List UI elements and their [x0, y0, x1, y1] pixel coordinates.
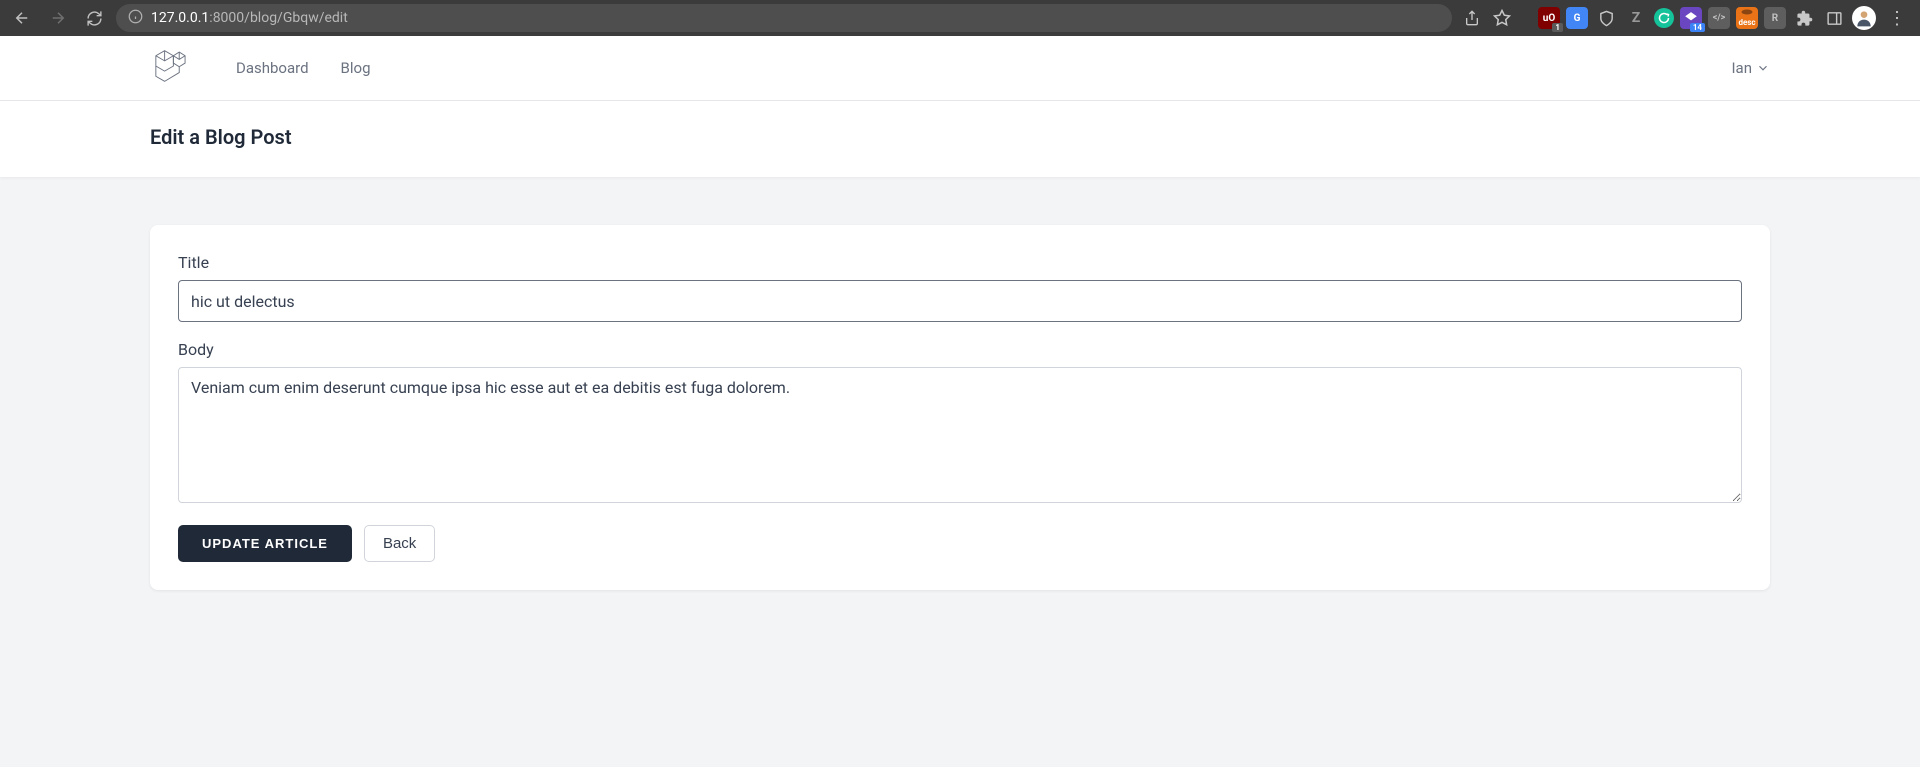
- title-label: Title: [178, 253, 1742, 272]
- nav-link-dashboard[interactable]: Dashboard: [236, 59, 309, 77]
- title-field: Title: [178, 253, 1742, 322]
- address-bar[interactable]: 127.0.0.1:8000/blog/Gbqw/edit: [116, 4, 1452, 32]
- extension-translate-icon[interactable]: G: [1566, 7, 1588, 29]
- extension-purple-icon[interactable]: 14: [1680, 7, 1702, 29]
- back-button[interactable]: [8, 4, 36, 32]
- url-text: 127.0.0.1:8000/blog/Gbqw/edit: [151, 10, 348, 26]
- page-title: Edit a Blog Post: [150, 125, 1770, 149]
- browser-toolbar: 127.0.0.1:8000/blog/Gbqw/edit uO 1 G Z 1…: [0, 0, 1920, 36]
- form-card: Title Body Veniam cum enim deserunt cumq…: [150, 225, 1770, 590]
- extension-devtools-icon[interactable]: </>: [1708, 7, 1730, 29]
- body-textarea[interactable]: Veniam cum enim deserunt cumque ipsa hic…: [178, 367, 1742, 503]
- extension-desc-icon[interactable]: desc: [1736, 7, 1758, 29]
- share-icon[interactable]: [1460, 6, 1484, 30]
- extensions-puzzle-icon[interactable]: [1792, 6, 1816, 30]
- extension-grammarly-icon[interactable]: [1654, 8, 1674, 28]
- back-button[interactable]: Back: [364, 525, 435, 562]
- purple-badge: 14: [1690, 23, 1705, 32]
- extension-r-icon[interactable]: R: [1764, 7, 1786, 29]
- reload-button[interactable]: [80, 4, 108, 32]
- chevron-down-icon: [1756, 61, 1770, 75]
- form-buttons: Update Article Back: [178, 525, 1742, 562]
- extension-z-icon[interactable]: Z: [1624, 6, 1648, 30]
- nav-link-blog[interactable]: Blog: [341, 59, 371, 77]
- page-header: Edit a Blog Post: [0, 101, 1920, 177]
- extension-shield-icon[interactable]: [1594, 6, 1618, 30]
- browser-menu-icon[interactable]: ⋮: [1882, 8, 1912, 29]
- extension-ublock-icon[interactable]: uO 1: [1538, 7, 1560, 29]
- profile-avatar[interactable]: [1852, 6, 1876, 30]
- forward-button[interactable]: [44, 4, 72, 32]
- site-info-icon[interactable]: [128, 9, 143, 28]
- ublock-badge: 1: [1552, 23, 1563, 32]
- update-article-button[interactable]: Update Article: [178, 525, 352, 562]
- bookmark-star-icon[interactable]: [1490, 6, 1514, 30]
- app-logo[interactable]: [150, 47, 188, 89]
- body-label: Body: [178, 340, 1742, 359]
- user-name: Ian: [1731, 59, 1752, 77]
- app-navigation: Dashboard Blog Ian: [0, 36, 1920, 101]
- title-input[interactable]: [178, 280, 1742, 322]
- panel-icon[interactable]: [1822, 6, 1846, 30]
- body-field: Body Veniam cum enim deserunt cumque ips…: [178, 340, 1742, 507]
- main-content: Title Body Veniam cum enim deserunt cumq…: [0, 177, 1920, 638]
- user-menu[interactable]: Ian: [1731, 59, 1770, 77]
